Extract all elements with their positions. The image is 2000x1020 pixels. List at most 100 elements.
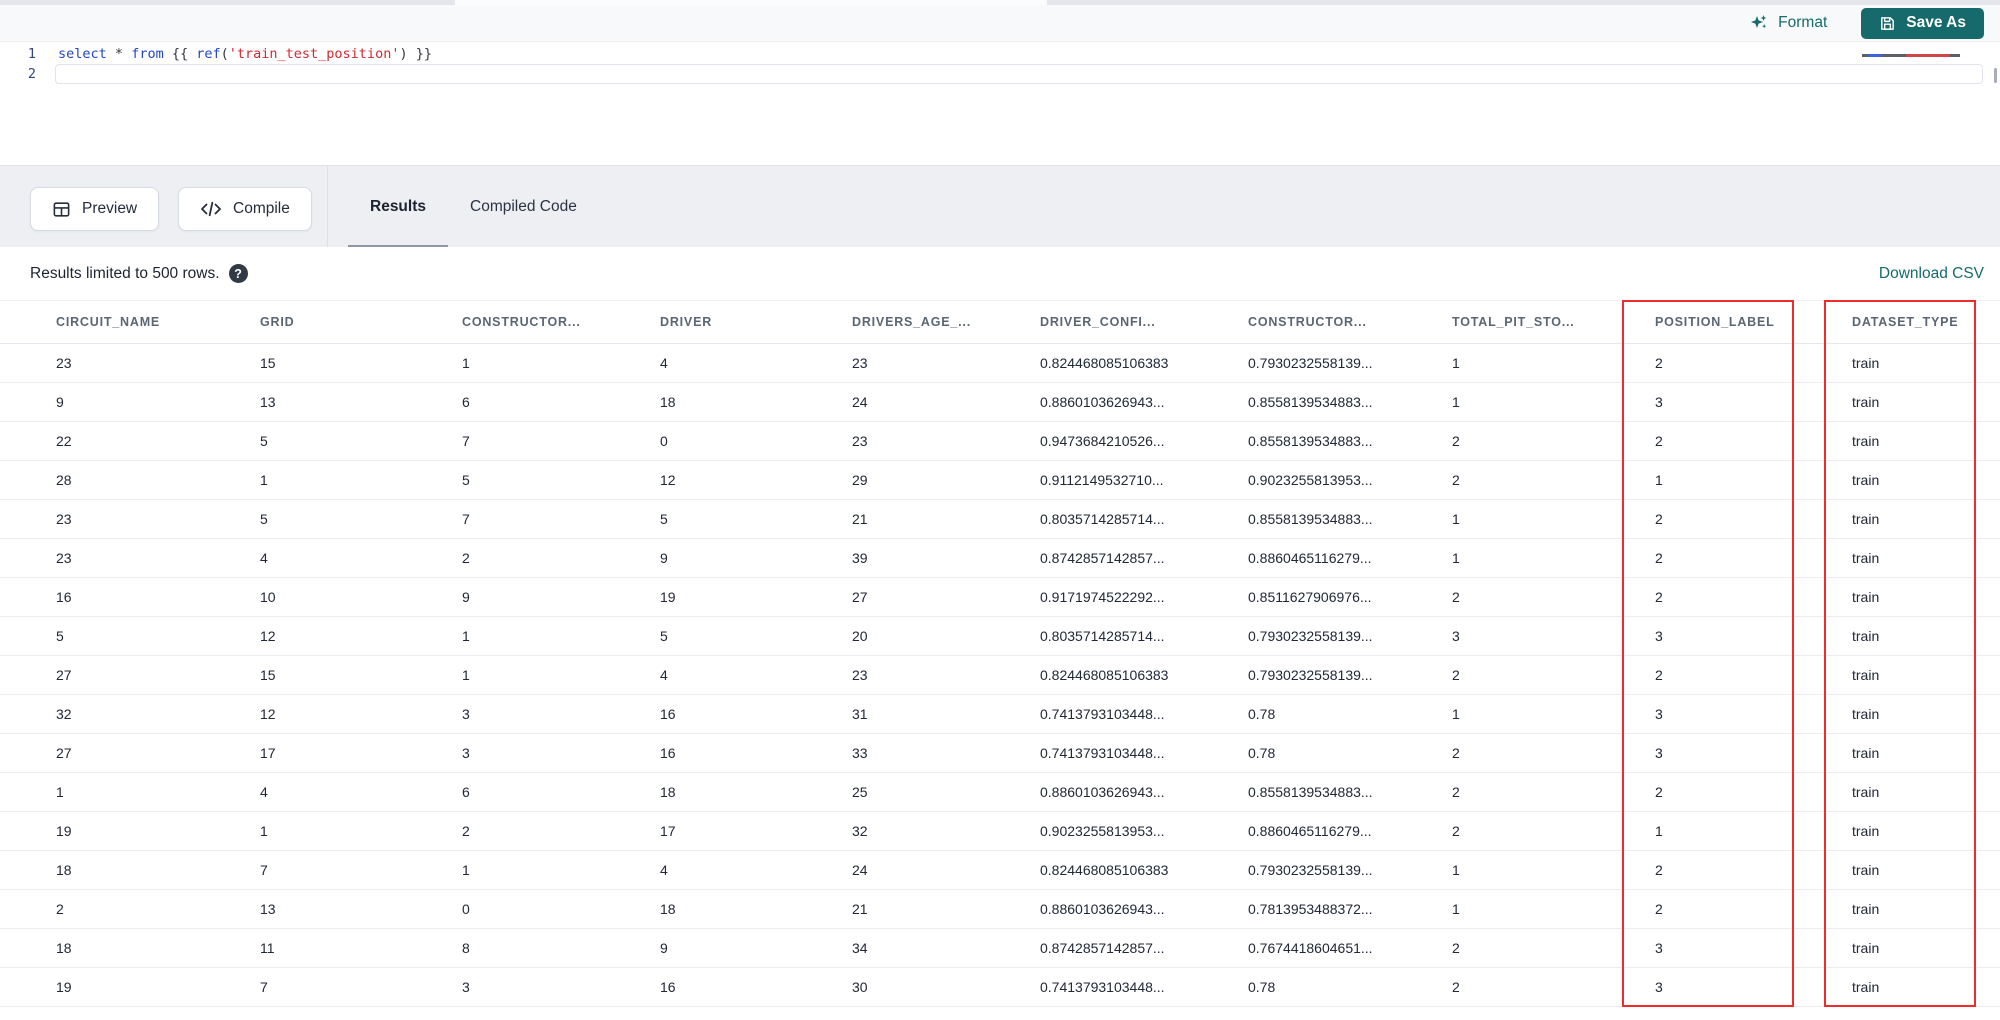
highlight-box-dataset-type (1824, 300, 1976, 1007)
table-cell: 23 (852, 667, 868, 683)
table-cell: 1 (462, 667, 470, 683)
table-cell: 5 (660, 628, 668, 644)
table-cell: 27 (56, 667, 72, 683)
help-icon[interactable]: ? (228, 264, 248, 283)
table-cell: 0.8860103626943... (1040, 394, 1165, 410)
table-cell: 0.8558139534883... (1248, 433, 1373, 449)
preview-button[interactable]: Preview (30, 187, 160, 231)
save-as-button[interactable]: Save As (1861, 7, 1984, 39)
download-csv-link[interactable]: Download CSV (1879, 265, 1984, 283)
table-cell: 0.8860103626943... (1040, 784, 1165, 800)
code-token: ( (220, 46, 229, 62)
table-cell: 0.8511627906976... (1248, 589, 1372, 605)
table-cell: 5 (660, 511, 668, 527)
table-cell: 13 (260, 394, 276, 410)
results-limit-text: Results limited to 500 rows. (30, 264, 220, 282)
compile-button[interactable]: Compile (178, 187, 312, 231)
table-cell: 0.9023255813953... (1248, 472, 1373, 488)
code-token: {{ (163, 46, 197, 62)
table-cell: 0.9473684210526... (1040, 433, 1165, 449)
table-cell: 33 (852, 745, 868, 761)
table-cell: 4 (660, 862, 668, 878)
preview-button-label: Preview (82, 200, 138, 217)
table-cell: 0.7930232558139... (1248, 862, 1373, 878)
code-token: 'train_test_position' (228, 46, 400, 62)
table-cell: 21 (852, 901, 868, 917)
code-token: ) }} (399, 46, 432, 62)
table-cell: 1 (462, 355, 470, 371)
table-cell: 18 (56, 940, 72, 956)
table-cell: 7 (462, 511, 470, 527)
table-cell: 5 (56, 628, 64, 644)
tab-results-label: Results (370, 198, 426, 215)
code-line-1[interactable]: select * from {{ ref('train_test_positio… (58, 44, 432, 64)
table-cell: 0.78 (1248, 745, 1276, 761)
editor-scrollbar-thumb[interactable] (1994, 68, 1997, 83)
table-cell: 7 (462, 433, 470, 449)
toolbar-divider (327, 166, 328, 248)
current-line-highlight[interactable] (55, 64, 1983, 84)
tab-compiled-code[interactable]: Compiled Code (448, 166, 599, 248)
table-cell: 0.8742857142857... (1040, 940, 1165, 956)
table-cell: 4 (660, 667, 668, 683)
line-number-1: 1 (27, 46, 36, 62)
table-cell: 18 (660, 394, 676, 410)
table-cell: 0.8558139534883... (1248, 511, 1373, 527)
table-cell: 23 (852, 355, 868, 371)
save-as-button-label: Save As (1906, 14, 1966, 31)
table-cell: 25 (852, 784, 868, 800)
table-cell: 12 (660, 472, 676, 488)
format-button[interactable]: Format (1743, 12, 1833, 34)
table-cell: 22 (56, 433, 72, 449)
table-cell: 0.8742857142857... (1040, 550, 1165, 566)
table-cell: 2 (462, 823, 470, 839)
table-cell: 0.824468085106383 (1040, 355, 1169, 371)
table-cell: 23 (56, 511, 72, 527)
table-cell: 19 (660, 589, 676, 605)
sparkle-icon (1749, 13, 1769, 33)
table-cell: 0.7930232558139... (1248, 355, 1373, 371)
table-cell: 0.9023255813953... (1040, 823, 1165, 839)
table-cell: 6 (462, 394, 470, 410)
table-cell: 0.7930232558139... (1248, 667, 1373, 683)
table-cell: 0.8558139534883... (1248, 784, 1373, 800)
editor-minimap[interactable] (1862, 54, 1990, 57)
table-cell: 0.78 (1248, 706, 1276, 722)
format-button-label: Format (1778, 14, 1828, 31)
tab-results[interactable]: Results (348, 166, 448, 248)
column-header-constructor: CONSTRUCTOR... (1248, 315, 1367, 329)
table-cell: 24 (852, 862, 868, 878)
table-cell: 0.7413793103448... (1040, 979, 1165, 995)
table-cell: 3 (462, 706, 470, 722)
table-cell: 19 (56, 979, 72, 995)
table-cell: 0.824468085106383 (1040, 667, 1169, 683)
table-cell: 0.7674418604651... (1248, 940, 1373, 956)
table-grid-icon (52, 200, 71, 219)
table-cell: 4 (660, 355, 668, 371)
table-cell: 9 (56, 394, 64, 410)
table-cell: 34 (852, 940, 868, 956)
table-cell: 13 (260, 901, 276, 917)
code-brackets-icon (200, 200, 222, 218)
table-cell: 0.9171974522292... (1040, 589, 1165, 605)
table-cell: 0.824468085106383 (1040, 862, 1169, 878)
column-header-constructor: CONSTRUCTOR... (462, 315, 581, 329)
code-token: ref (196, 46, 221, 62)
editor-toolbar: Format Save As (0, 5, 2000, 41)
table-cell: 5 (260, 511, 268, 527)
results-tabs: Results Compiled Code (348, 166, 599, 248)
table-cell: 39 (852, 550, 868, 566)
table-cell: 16 (660, 979, 676, 995)
table-cell: 9 (660, 550, 668, 566)
table-cell: 16 (660, 745, 676, 761)
table-cell: 20 (852, 628, 868, 644)
table-cell: 0.7813953488372... (1248, 901, 1373, 917)
table-cell: 3 (462, 745, 470, 761)
table-cell: 1 (260, 823, 268, 839)
table-cell: 11 (260, 940, 275, 956)
table-cell: 4 (260, 550, 268, 566)
code-editor[interactable]: 1 2 select * from {{ ref('train_test_pos… (0, 41, 2000, 165)
table-cell: 0 (660, 433, 668, 449)
table-cell: 0.8558139534883... (1248, 394, 1373, 410)
